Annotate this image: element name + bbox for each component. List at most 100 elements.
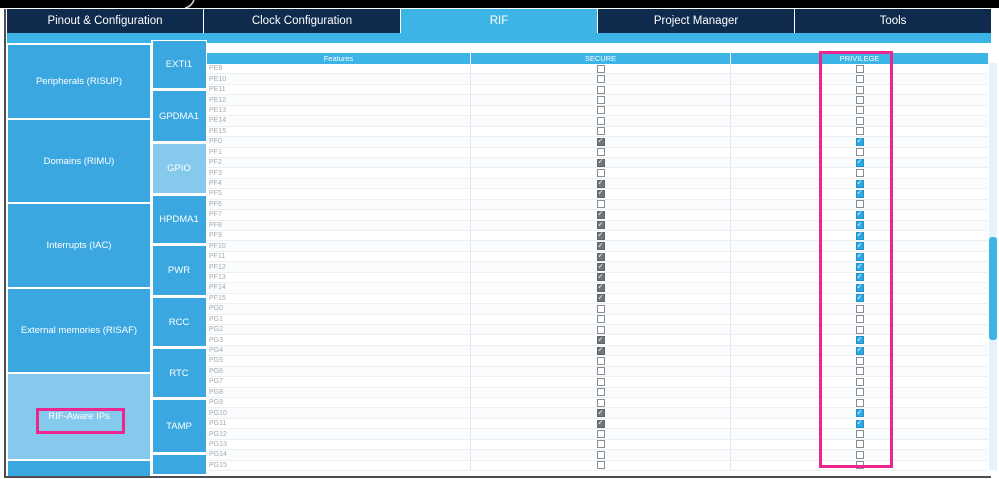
privilege-checkbox[interactable] [855,263,864,272]
peripheral-item-rcc[interactable]: RCC [151,297,207,347]
secure-checkbox[interactable] [596,356,605,365]
privilege-checkbox[interactable] [855,169,864,178]
secure-checkbox[interactable] [596,75,605,84]
privilege-checkbox[interactable] [855,116,864,125]
secure-checkbox[interactable] [596,127,605,136]
privilege-checkbox[interactable] [855,148,864,157]
privilege-checkbox[interactable] [855,377,864,386]
secure-checkbox[interactable] [596,325,605,334]
privilege-checkbox[interactable] [855,210,864,219]
secure-checkbox[interactable] [596,377,605,386]
tab-pinout-configuration[interactable]: Pinout & Configuration [7,9,203,33]
peripheral-item-gpio[interactable]: GPIO [151,143,207,194]
privilege-checkbox[interactable] [855,283,864,292]
privilege-checkbox[interactable] [855,242,864,251]
secure-checkbox[interactable] [596,242,605,251]
tab-project-manager[interactable]: Project Manager [597,9,794,33]
secure-checkbox[interactable] [596,450,605,459]
vertical-scrollbar-track[interactable] [989,63,997,470]
secure-checkbox[interactable] [596,231,605,240]
secure-checkbox[interactable] [596,461,605,470]
sidebar-item-interrupts-iac[interactable]: Interrupts (IAC) [8,204,150,287]
sidebar-item-peripherals-risup[interactable]: Peripherals (RISUP) [8,45,150,118]
secure-checkbox[interactable] [596,116,605,125]
privilege-checkbox[interactable] [855,336,864,345]
privilege-checkbox[interactable] [855,179,864,188]
privilege-checkbox[interactable] [855,315,864,324]
table-row: PF8 [207,220,988,231]
privilege-checkbox[interactable] [855,106,864,115]
secure-checkbox[interactable] [596,440,605,449]
peripheral-item-hpdma1[interactable]: HPDMA1 [151,195,207,244]
privilege-checkbox[interactable] [855,461,864,470]
tab-tools[interactable]: Tools [794,9,991,33]
secure-checkbox[interactable] [596,169,605,178]
privilege-checkbox[interactable] [855,440,864,449]
privilege-checkbox[interactable] [855,325,864,334]
secure-checkbox[interactable] [596,346,605,355]
secure-checkbox[interactable] [596,367,605,376]
privilege-checkbox[interactable] [855,127,864,136]
peripheral-item-rtc[interactable]: RTC [151,348,207,398]
privilege-checkbox[interactable] [855,294,864,303]
secure-checkbox[interactable] [596,210,605,219]
secure-checkbox[interactable] [596,221,605,230]
secure-checkbox[interactable] [596,294,605,303]
privilege-checkbox[interactable] [855,252,864,261]
privilege-checkbox[interactable] [855,189,864,198]
secure-checkbox[interactable] [596,158,605,167]
privilege-checkbox[interactable] [855,304,864,313]
secure-checkbox[interactable] [596,200,605,209]
sidebar-item-external-memories-risaf[interactable]: External memories (RISAF) [8,289,150,372]
privilege-checkbox[interactable] [855,137,864,146]
privilege-checkbox[interactable] [855,273,864,282]
privilege-checkbox[interactable] [855,200,864,209]
sidebar-item-domains-rimu[interactable]: Domains (RIMU) [8,120,150,202]
secure-checkbox[interactable] [596,283,605,292]
privilege-checkbox[interactable] [855,388,864,397]
secure-checkbox[interactable] [596,137,605,146]
secure-checkbox[interactable] [596,263,605,272]
privilege-checkbox[interactable] [855,450,864,459]
secure-checkbox[interactable] [596,388,605,397]
privilege-checkbox[interactable] [855,96,864,105]
privilege-checkbox[interactable] [855,419,864,428]
secure-checkbox[interactable] [596,336,605,345]
sidebar-item-rif-aware-ips[interactable]: RIF-Aware IPs [8,374,150,459]
tab-clock-configuration[interactable]: Clock Configuration [203,9,400,33]
secure-checkbox[interactable] [596,64,605,73]
privilege-checkbox[interactable] [855,430,864,439]
privilege-checkbox[interactable] [855,85,864,94]
privilege-checkbox[interactable] [855,231,864,240]
privilege-checkbox[interactable] [855,346,864,355]
vertical-scrollbar-thumb[interactable] [989,237,997,340]
privilege-checkbox[interactable] [855,356,864,365]
privilege-checkbox[interactable] [855,398,864,407]
secure-checkbox[interactable] [596,304,605,313]
secure-checkbox[interactable] [596,189,605,198]
tab-rif[interactable]: RIF [400,9,597,33]
secure-checkbox[interactable] [596,179,605,188]
secure-checkbox[interactable] [596,409,605,418]
secure-checkbox[interactable] [596,148,605,157]
secure-checkbox[interactable] [596,85,605,94]
peripheral-item-pwr[interactable]: PWR [151,245,207,296]
peripheral-item-gpdma1[interactable]: GPDMA1 [151,90,207,142]
secure-checkbox[interactable] [596,252,605,261]
privilege-checkbox[interactable] [855,64,864,73]
secure-checkbox[interactable] [596,106,605,115]
privilege-checkbox[interactable] [855,367,864,376]
peripheral-item-exti1[interactable]: EXTI1 [151,40,207,89]
privilege-checkbox[interactable] [855,221,864,230]
secure-checkbox[interactable] [596,419,605,428]
secure-checkbox[interactable] [596,273,605,282]
privilege-checkbox[interactable] [855,158,864,167]
privilege-checkbox[interactable] [855,75,864,84]
privilege-checkbox[interactable] [855,409,864,418]
secure-checkbox[interactable] [596,398,605,407]
secure-checkbox[interactable] [596,315,605,324]
peripheral-item-tamp[interactable]: TAMP [151,399,207,453]
secure-checkbox[interactable] [596,430,605,439]
secure-checkbox[interactable] [596,96,605,105]
feature-label: PF3 [209,169,222,177]
